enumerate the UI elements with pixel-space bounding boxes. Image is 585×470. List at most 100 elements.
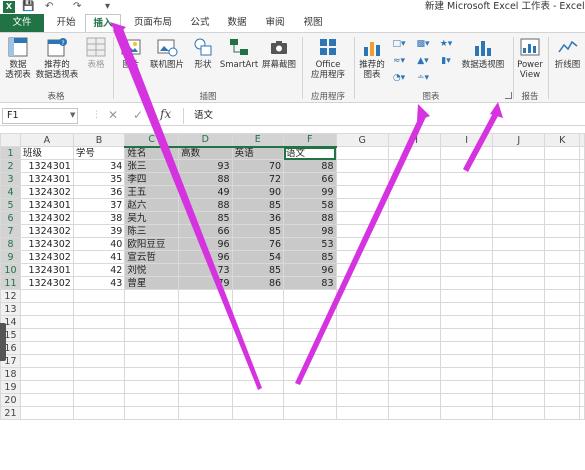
cell[interactable]: 王五	[124, 185, 180, 199]
cell[interactable]	[579, 172, 585, 186]
cell[interactable]	[335, 185, 389, 199]
recommended-charts-button[interactable]: 推荐的 图表	[356, 36, 388, 80]
cell[interactable]	[440, 185, 494, 199]
cell[interactable]	[178, 367, 233, 381]
select-all-corner[interactable]	[0, 133, 21, 147]
row-header[interactable]: 13	[0, 302, 21, 316]
row-header[interactable]: 9	[0, 250, 21, 264]
cell[interactable]: 1324302	[19, 237, 74, 251]
cell[interactable]	[19, 341, 74, 355]
cell[interactable]	[19, 380, 74, 394]
cell[interactable]	[387, 367, 442, 381]
cell[interactable]	[579, 328, 585, 342]
column-header-d[interactable]: D	[178, 133, 233, 148]
cell[interactable]	[387, 198, 442, 212]
cell[interactable]	[335, 315, 389, 329]
cell[interactable]	[492, 367, 546, 381]
cell[interactable]: 高数	[178, 146, 233, 160]
cell[interactable]	[544, 406, 580, 420]
cell[interactable]	[544, 211, 580, 225]
cell[interactable]: 72	[231, 172, 285, 186]
cell[interactable]	[124, 380, 180, 394]
cell[interactable]	[387, 328, 442, 342]
cell[interactable]	[579, 263, 585, 277]
cell[interactable]	[283, 354, 337, 368]
cell[interactable]	[579, 406, 585, 420]
cell[interactable]: 赵六	[124, 198, 180, 212]
cell[interactable]	[440, 315, 494, 329]
cell[interactable]: 1324302	[19, 250, 74, 264]
column-header-f[interactable]: F	[283, 133, 337, 148]
cell[interactable]	[492, 185, 546, 199]
cell[interactable]	[544, 198, 580, 212]
customize-icon[interactable]: ▾	[105, 0, 110, 13]
row-header[interactable]: 7	[0, 224, 21, 238]
cell[interactable]	[440, 198, 494, 212]
cell[interactable]	[335, 198, 389, 212]
row-header[interactable]: 5	[0, 198, 21, 212]
cell[interactable]	[440, 289, 494, 303]
insert-function-icon[interactable]: fx	[160, 107, 171, 121]
cell[interactable]: 宣云哲	[124, 250, 180, 264]
cell[interactable]	[124, 393, 180, 407]
cell[interactable]: 96	[178, 250, 233, 264]
cell[interactable]	[544, 380, 580, 394]
row-header[interactable]: 19	[0, 380, 21, 394]
cell[interactable]: 34	[72, 159, 126, 173]
cell[interactable]: 70	[231, 159, 285, 173]
cell[interactable]	[387, 380, 442, 394]
cell[interactable]: 96	[178, 237, 233, 251]
cell[interactable]	[579, 354, 585, 368]
cell[interactable]	[19, 315, 74, 329]
column-header-e[interactable]: E	[231, 133, 285, 148]
cell[interactable]	[178, 302, 233, 316]
cell[interactable]	[440, 406, 494, 420]
cell[interactable]	[387, 172, 442, 186]
cell[interactable]: 1324302	[19, 276, 74, 290]
cell[interactable]	[231, 315, 285, 329]
cell[interactable]	[544, 302, 580, 316]
cell[interactable]	[579, 146, 585, 160]
undo-icon[interactable]: ↶	[45, 0, 53, 13]
cell[interactable]	[544, 393, 580, 407]
cell[interactable]	[544, 289, 580, 303]
cell[interactable]	[283, 367, 337, 381]
cell[interactable]	[492, 406, 546, 420]
cell[interactable]: 刘悦	[124, 263, 180, 277]
cell[interactable]: 66	[178, 224, 233, 238]
scatter-chart-icon[interactable]: ∸▾	[415, 72, 431, 84]
row-header[interactable]: 10	[0, 263, 21, 277]
cell[interactable]	[335, 146, 389, 160]
cell[interactable]	[19, 393, 74, 407]
cell[interactable]	[579, 211, 585, 225]
cell[interactable]: 86	[231, 276, 285, 290]
cell[interactable]	[335, 406, 389, 420]
column-header-k[interactable]: K	[544, 133, 580, 147]
cell[interactable]: 39	[72, 224, 126, 238]
cell[interactable]: 语文	[283, 146, 337, 160]
cell[interactable]: 李四	[124, 172, 180, 186]
cell[interactable]	[387, 237, 442, 251]
cell[interactable]	[335, 289, 389, 303]
cell[interactable]	[579, 315, 585, 329]
column-header-i[interactable]: I	[440, 133, 494, 147]
cell[interactable]	[492, 250, 546, 264]
cell[interactable]	[544, 341, 580, 355]
cell[interactable]	[124, 354, 180, 368]
cell[interactable]	[579, 341, 585, 355]
cell[interactable]: 88	[178, 198, 233, 212]
cell[interactable]	[387, 159, 442, 173]
cell[interactable]	[579, 380, 585, 394]
cell[interactable]	[544, 315, 580, 329]
power-view-button[interactable]: Power View	[514, 36, 546, 80]
cell[interactable]	[19, 367, 74, 381]
cell[interactable]	[72, 380, 126, 394]
cell[interactable]	[124, 328, 180, 342]
cell[interactable]: 张三	[124, 159, 180, 173]
cell[interactable]	[19, 302, 74, 316]
cell[interactable]	[335, 224, 389, 238]
cell[interactable]: 88	[178, 172, 233, 186]
cell[interactable]	[440, 146, 494, 160]
cell[interactable]	[387, 250, 442, 264]
cell[interactable]	[492, 263, 546, 277]
